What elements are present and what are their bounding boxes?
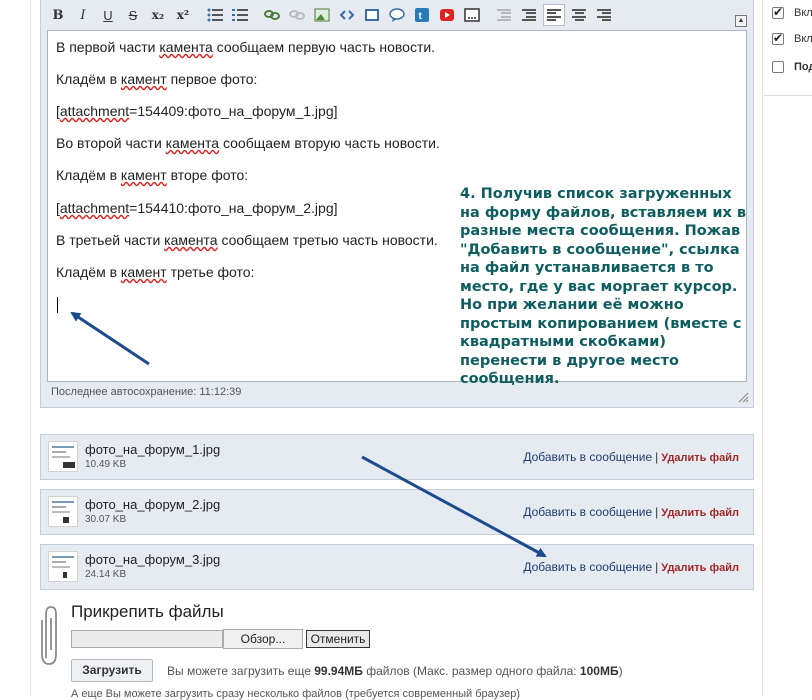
align-right-button[interactable]: [593, 4, 615, 26]
remove-link-button[interactable]: [286, 4, 308, 26]
align-center-button[interactable]: [568, 4, 590, 26]
attachment-thumbnail[interactable]: [48, 441, 78, 472]
collapse-toolbar-button[interactable]: ▲: [735, 15, 747, 27]
attachment-name: фото_на_форум_1.jpg: [85, 442, 221, 457]
resize-grip-icon[interactable]: [737, 391, 749, 403]
insert-link-button[interactable]: [261, 4, 283, 26]
file-path-input[interactable]: [71, 630, 223, 648]
add-to-message-link[interactable]: Добавить в сообщение: [523, 450, 652, 464]
superscript-button[interactable]: x²: [172, 4, 194, 26]
twitter-icon: t: [415, 8, 429, 22]
editor-line: Кладём в камент третье фото:: [56, 264, 255, 280]
speech-bubble-icon: [389, 8, 405, 22]
multi-upload-note: А еще Вы можете загрузить сразу нескольк…: [71, 688, 520, 700]
action-separator: |: [655, 450, 659, 464]
paperclip-icon: [41, 606, 57, 665]
autosave-status: Последнее автосохранение: 11:12:39: [51, 386, 242, 398]
cancel-button[interactable]: Отменить: [306, 630, 370, 648]
options-panel: Вкл Вкл Под: [764, 0, 812, 96]
option-checkbox-3[interactable]: [772, 61, 784, 73]
option-label-1: Вкл: [794, 7, 812, 19]
strikethrough-button[interactable]: S: [122, 4, 144, 26]
align-left-button[interactable]: [543, 4, 565, 26]
delete-file-link[interactable]: Удалить файл: [661, 562, 739, 574]
editor-line: [attachment=154409:фото_на_форум_1.jpg]: [56, 103, 338, 119]
attachment-size: 30.07 KB: [85, 514, 127, 525]
editor-line: Кладём в камент первое фото:: [56, 71, 258, 87]
youtube-icon: [440, 9, 454, 21]
image-icon: [314, 8, 330, 22]
upload-button[interactable]: Загрузить: [71, 659, 153, 682]
subscript-button[interactable]: x₂: [147, 4, 169, 26]
numbered-list-icon: [232, 9, 248, 21]
editor-line: В третьей части камента сообщаем третью …: [56, 232, 438, 248]
attachment-actions: Добавить в сообщение | Удалить файл: [523, 505, 739, 519]
action-separator: |: [655, 560, 659, 574]
align-center-icon: [572, 9, 586, 21]
editor-line: В первой части камента сообщаем первую ч…: [56, 39, 436, 55]
align-left-icon: [547, 9, 561, 21]
bold-button[interactable]: B: [47, 4, 69, 26]
editor-line: Во второй части камента сообщаем вторую …: [56, 135, 440, 151]
delete-file-link[interactable]: Удалить файл: [661, 452, 739, 464]
option-row-2[interactable]: Вкл: [772, 30, 812, 48]
insert-quote-button[interactable]: [386, 4, 408, 26]
more-button[interactable]: [461, 4, 483, 26]
attachment-thumbnail[interactable]: [48, 496, 78, 527]
option-row-1[interactable]: Вкл: [772, 4, 812, 22]
insert-code-button[interactable]: [336, 4, 358, 26]
editor-toolbar: B I U S x₂ x² t: [47, 2, 618, 28]
attachment-name: фото_на_форум_3.jpg: [85, 552, 221, 567]
youtube-button[interactable]: [436, 4, 458, 26]
bulleted-list-icon: [207, 8, 223, 22]
action-separator: |: [655, 505, 659, 519]
attachment-thumbnail[interactable]: [48, 551, 78, 582]
option-label-3: Под: [794, 61, 812, 73]
attachment-actions: Добавить в сообщение | Удалить файл: [523, 450, 739, 464]
browse-button[interactable]: Обзор...: [223, 629, 303, 649]
bulleted-list-button[interactable]: [204, 4, 226, 26]
link-icon: [264, 10, 280, 20]
italic-button[interactable]: I: [72, 4, 94, 26]
attachment-size: 24.14 KB: [85, 569, 127, 580]
add-to-message-link[interactable]: Добавить в сообщение: [523, 560, 652, 574]
numbered-list-button[interactable]: [229, 4, 251, 26]
option-checkbox-1[interactable]: [772, 5, 784, 19]
outdent-button[interactable]: [493, 4, 515, 26]
option-checkbox-2[interactable]: [772, 31, 784, 45]
indent-button[interactable]: [518, 4, 540, 26]
option-label-2: Вкл: [794, 33, 812, 45]
unlink-icon: [289, 10, 305, 20]
insert-image-button[interactable]: [311, 4, 333, 26]
add-to-message-link[interactable]: Добавить в сообщение: [523, 505, 652, 519]
align-right-icon: [597, 9, 611, 21]
indent-icon: [522, 9, 536, 21]
option-row-3[interactable]: Под: [772, 58, 812, 76]
editor-line: Кладём в камент вторе фото:: [56, 167, 249, 183]
attachment-size: 10.49 KB: [85, 459, 127, 470]
editor-line: [attachment=154410:фото_на_форум_2.jpg]: [56, 200, 338, 216]
media-icon: [365, 9, 379, 21]
attachment-actions: Добавить в сообщение | Удалить файл: [523, 560, 739, 574]
twitter-button[interactable]: t: [411, 4, 433, 26]
code-icon: [339, 10, 355, 20]
attachment-name: фото_на_форум_2.jpg: [85, 497, 221, 512]
upload-limit-info: Вы можете загрузить еще 99.94МБ файлов (…: [167, 664, 623, 678]
attachment-row: фото_на_форум_2.jpg 30.07 KB Добавить в …: [40, 489, 754, 535]
insert-media-button[interactable]: [361, 4, 383, 26]
text-cursor: [57, 297, 58, 313]
attach-files-title: Прикрепить файлы: [71, 602, 224, 621]
more-icon: [464, 8, 480, 22]
underline-button[interactable]: U: [97, 4, 119, 26]
delete-file-link[interactable]: Удалить файл: [661, 507, 739, 519]
attachment-row: фото_на_форум_3.jpg 24.14 KB Добавить в …: [40, 544, 754, 590]
instruction-annotation: 4. Получив список загруженных на форму ф…: [460, 186, 747, 387]
attachment-row: фото_на_форум_1.jpg 10.49 KB Добавить в …: [40, 434, 754, 480]
outdent-icon: [497, 9, 511, 21]
